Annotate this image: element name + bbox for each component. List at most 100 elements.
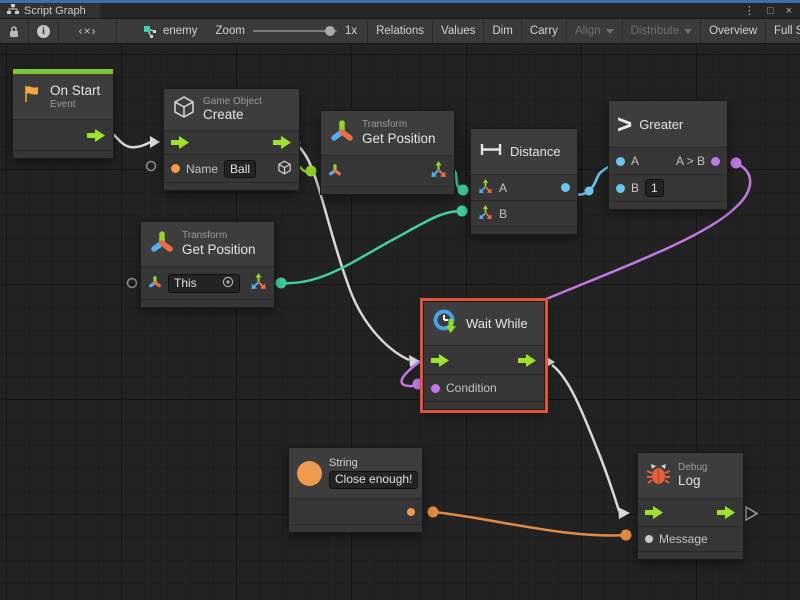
node-header: Transform Get Position xyxy=(321,111,454,156)
node-footer xyxy=(609,202,727,209)
tab-script-graph[interactable]: Script Graph xyxy=(0,3,100,18)
input-b-row: B xyxy=(471,201,577,227)
flow-output-port[interactable] xyxy=(87,129,106,142)
position-output-port[interactable] xyxy=(250,273,267,293)
string-icon xyxy=(297,461,322,486)
window-controls: ⋮ □ × xyxy=(744,3,800,18)
string-value-field[interactable]: Close enough! xyxy=(329,471,418,489)
flag-icon xyxy=(21,83,43,110)
flow-output-port[interactable] xyxy=(273,136,292,149)
flow-row xyxy=(638,499,743,527)
flow-input-port[interactable] xyxy=(431,354,450,367)
node-footer xyxy=(289,525,422,532)
message-input-port[interactable] xyxy=(645,535,653,543)
flow-row xyxy=(424,346,544,375)
name-field[interactable]: Ball xyxy=(224,160,256,178)
tab-title: Script Graph xyxy=(24,5,86,17)
info-icon: i xyxy=(37,25,50,38)
tab-bar: Script Graph ⋮ □ × xyxy=(0,3,800,19)
flow-input-port[interactable] xyxy=(171,136,190,149)
result-output-port[interactable] xyxy=(711,157,720,166)
node-footer xyxy=(638,552,743,559)
zoom-slider-knob[interactable] xyxy=(325,26,335,36)
cube-icon xyxy=(172,95,196,124)
vector3-input-port-b[interactable] xyxy=(478,205,493,223)
target-field[interactable]: This xyxy=(168,274,240,293)
node-title: Distance xyxy=(510,144,561,159)
values-button[interactable]: Values xyxy=(432,19,483,43)
node-footer xyxy=(141,300,274,307)
zoom-control: Zoom 1x xyxy=(206,19,368,43)
name-label: Name xyxy=(186,162,218,176)
vector3-input-port-a[interactable] xyxy=(478,179,493,197)
transform-icon xyxy=(149,229,175,260)
node-footer xyxy=(424,402,544,409)
window-menu-icon[interactable]: ⋮ xyxy=(744,4,755,17)
node-category: Debug xyxy=(678,462,707,474)
transform-input-port[interactable] xyxy=(328,163,342,180)
carry-button[interactable]: Carry xyxy=(521,19,566,43)
input-b-label: B xyxy=(631,181,639,195)
graph-icon xyxy=(143,25,157,38)
distance-icon xyxy=(479,142,503,162)
dim-button[interactable]: Dim xyxy=(483,19,520,43)
flow-output-port[interactable] xyxy=(717,506,736,519)
transform-input-port[interactable] xyxy=(148,275,162,292)
node-greater[interactable]: > Greater A A > B B 1 xyxy=(608,100,728,210)
script-graph-window: Script Graph ⋮ □ × i ‹×› xyxy=(0,0,800,600)
input-b-row: B 1 xyxy=(609,175,727,202)
node-title: Get Position xyxy=(182,242,256,258)
node-distance[interactable]: Distance A xyxy=(470,128,578,235)
node-title: Get Position xyxy=(362,131,436,147)
node-category: Game Object xyxy=(203,96,262,108)
position-output-port[interactable] xyxy=(430,161,447,181)
node-header: String Close enough! xyxy=(289,448,422,499)
distance-output-port[interactable] xyxy=(561,183,570,192)
input-a-port[interactable] xyxy=(616,157,625,166)
close-icon[interactable]: × xyxy=(786,5,792,17)
string-output-port[interactable] xyxy=(407,508,415,516)
input-b-port[interactable] xyxy=(616,184,625,193)
node-header: Distance xyxy=(471,129,577,175)
code-view-button[interactable]: ‹×› xyxy=(59,19,117,43)
graph-breadcrumb[interactable]: enemy xyxy=(117,19,206,43)
flow-output-port[interactable] xyxy=(518,354,537,367)
node-category: Transform xyxy=(362,119,436,131)
zoom-value: 1x xyxy=(345,25,357,37)
node-get-position-1[interactable]: Transform Get Position xyxy=(320,110,455,195)
condition-input-port[interactable] xyxy=(431,384,440,393)
gameobject-output-port[interactable] xyxy=(277,160,292,178)
flow-row xyxy=(164,131,299,155)
name-input-port[interactable] xyxy=(171,164,180,173)
greater-icon: > xyxy=(617,111,632,137)
info-button[interactable]: i xyxy=(29,19,59,43)
node-on-start[interactable]: On Start Event xyxy=(12,68,114,159)
flow-input-port[interactable] xyxy=(645,506,664,519)
graph-toolbar: i ‹×› enemy Zoom 1x Relations xyxy=(0,19,800,44)
node-get-position-2[interactable]: Transform Get Position This xyxy=(140,221,275,308)
node-debug-log[interactable]: Debug Log Message xyxy=(637,452,744,560)
node-create-game-object[interactable]: Game Object Create Name Ball xyxy=(163,88,300,191)
node-footer xyxy=(321,187,454,194)
node-header: Game Object Create xyxy=(164,89,299,131)
input-a-row: A xyxy=(471,175,577,201)
zoom-slider[interactable] xyxy=(253,30,337,32)
maximize-icon[interactable]: □ xyxy=(767,5,774,17)
fullscreen-button[interactable]: Full Screen xyxy=(765,19,800,43)
node-footer xyxy=(13,151,113,158)
node-string-literal[interactable]: String Close enough! xyxy=(288,447,423,533)
node-wait-while[interactable]: Wait While Condition xyxy=(423,301,545,410)
node-header: Debug Log xyxy=(638,453,743,499)
node-header: On Start Event xyxy=(13,74,113,120)
input-b-field[interactable]: 1 xyxy=(645,179,664,197)
object-picker-icon[interactable] xyxy=(222,276,234,291)
input-b-label: B xyxy=(499,207,507,221)
lock-button[interactable] xyxy=(0,19,29,43)
node-header: Transform Get Position xyxy=(141,222,274,267)
condition-label: Condition xyxy=(446,381,497,395)
overview-button[interactable]: Overview xyxy=(700,19,765,43)
relations-button[interactable]: Relations xyxy=(367,19,432,43)
graph-name: enemy xyxy=(163,25,198,37)
node-title: On Start xyxy=(50,83,100,99)
node-header: Wait While xyxy=(424,302,544,346)
